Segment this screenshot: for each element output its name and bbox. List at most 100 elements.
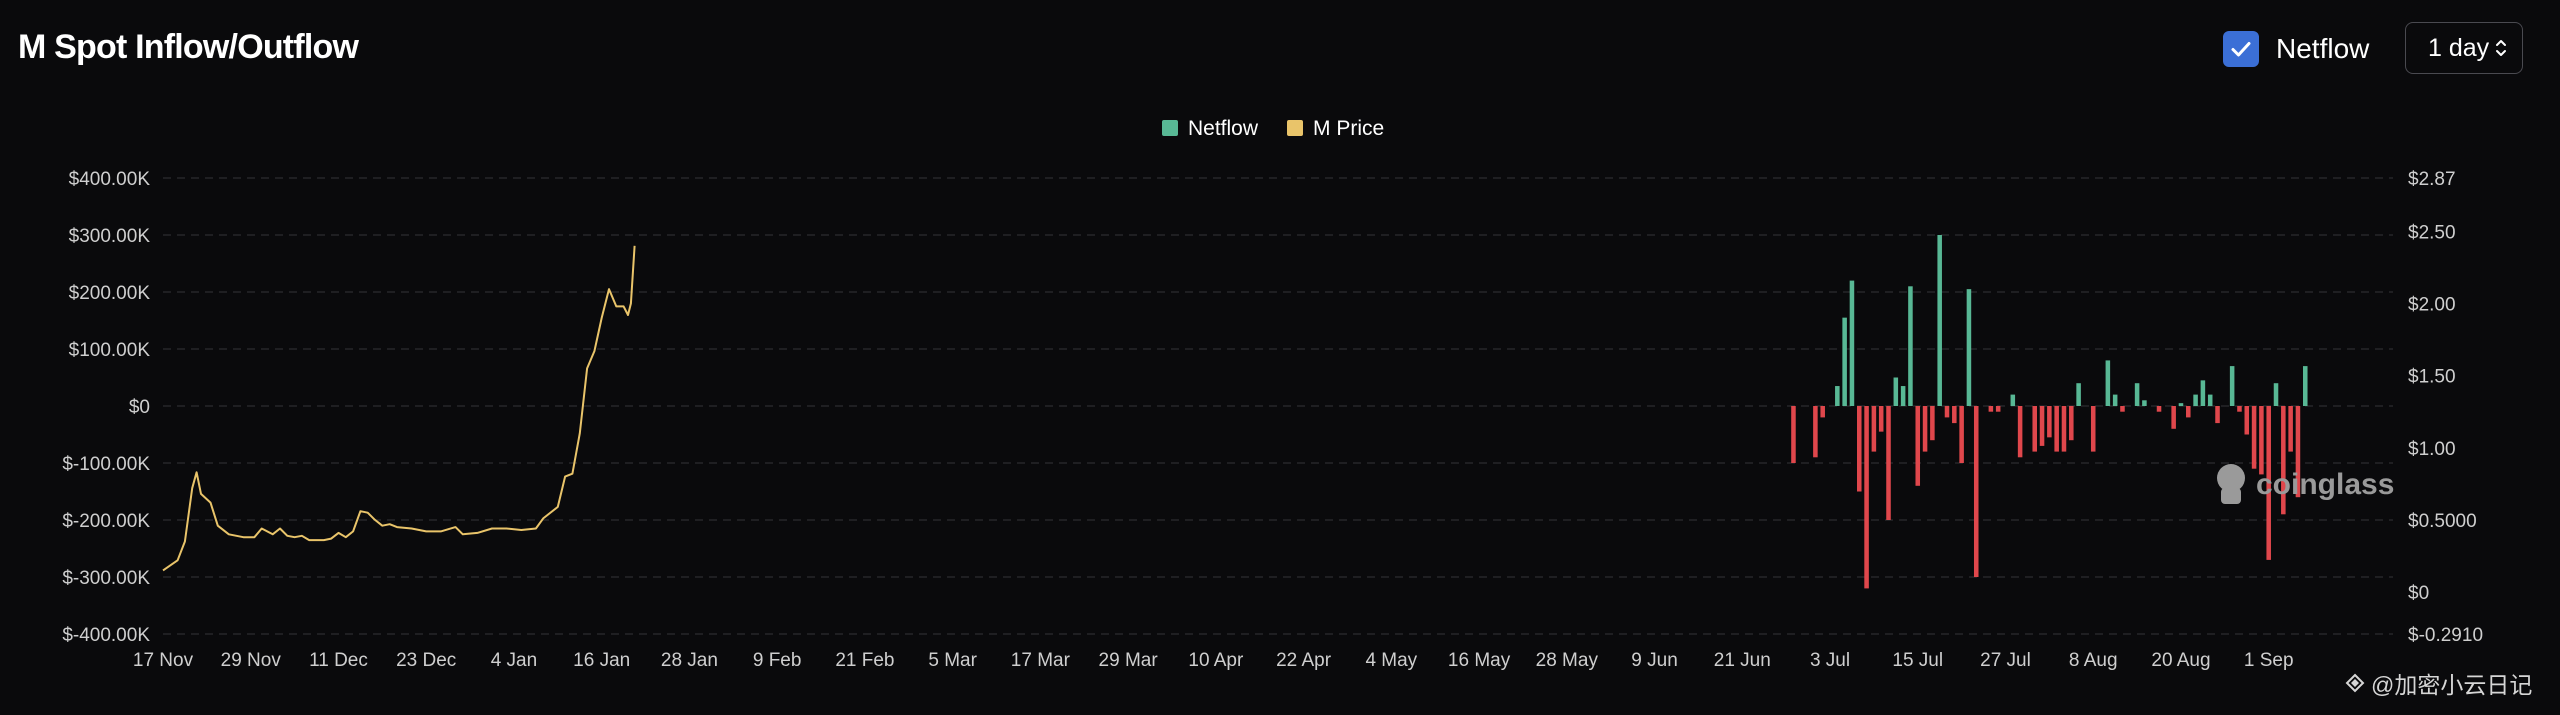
netflow-bar-negative bbox=[2120, 406, 2125, 412]
x-tick-label: 4 May bbox=[1365, 650, 1417, 671]
netflow-bar-positive bbox=[2142, 400, 2147, 406]
netflow-bar-positive bbox=[2134, 383, 2140, 406]
y-tick-label-left: $300.00K bbox=[69, 226, 151, 247]
x-tick-label: 28 Jan bbox=[661, 650, 718, 671]
coinglass-mascot-icon bbox=[2217, 464, 2245, 492]
netflow-bar-negative bbox=[2039, 406, 2045, 446]
netflow-bar-negative bbox=[2061, 406, 2067, 452]
netflow-bar-negative bbox=[1864, 406, 1869, 589]
x-tick-label: 9 Jun bbox=[1631, 650, 1677, 671]
legend-label: M Price bbox=[1313, 117, 1384, 140]
y-tick-label-right: $0 bbox=[2408, 583, 2429, 604]
netflow-bar-positive bbox=[1937, 235, 1942, 406]
x-tick-label: 4 Jan bbox=[491, 650, 537, 671]
x-tick-label: 28 May bbox=[1536, 650, 1599, 671]
netflow-bar-negative bbox=[2186, 406, 2191, 418]
netflow-bar-negative bbox=[1820, 406, 1825, 418]
netflow-bar-positive bbox=[2193, 394, 2198, 406]
y-tick-label-left: $-100.00K bbox=[62, 454, 150, 475]
netflow-bar-negative bbox=[1952, 406, 1957, 424]
netflow-bar-positive bbox=[2207, 394, 2213, 406]
netflow-bar-positive bbox=[2302, 366, 2308, 406]
netflow-bar-negative bbox=[1856, 406, 1862, 492]
netflow-bar-positive bbox=[2200, 380, 2206, 406]
y-tick-label-right: $2.00 bbox=[2408, 295, 2456, 316]
x-tick-label: 1 Sep bbox=[2244, 650, 2294, 671]
netflow-bar-negative bbox=[2069, 406, 2074, 441]
y-tick-label-right: $1.00 bbox=[2408, 439, 2456, 460]
x-tick-label: 8 Aug bbox=[2069, 650, 2118, 671]
netflow-bar-positive bbox=[1893, 377, 1899, 406]
netflow-bar-negative bbox=[2215, 406, 2220, 424]
x-tick-label: 16 Jan bbox=[573, 650, 630, 671]
x-tick-label: 21 Jun bbox=[1714, 650, 1771, 671]
netflow-bar-negative bbox=[2251, 406, 2257, 469]
x-tick-label: 16 May bbox=[1448, 650, 1511, 671]
netflow-bar-negative bbox=[1791, 406, 1796, 463]
x-tick-label: 29 Mar bbox=[1099, 650, 1159, 671]
netflow-bar-positive bbox=[2273, 383, 2279, 406]
y-tick-label-left: $-200.00K bbox=[62, 511, 150, 532]
netflow-bar-negative bbox=[2090, 406, 2096, 452]
netflow-bar-negative bbox=[1871, 406, 1877, 452]
diamond-logo-icon bbox=[2345, 673, 2365, 693]
y-tick-label-left: $200.00K bbox=[69, 283, 151, 304]
coinglass-mascot-body bbox=[2221, 488, 2241, 504]
netflow-bar-positive bbox=[1835, 386, 1840, 406]
netflow-bar-positive bbox=[2112, 394, 2118, 406]
source-watermark: @加密小云日记 bbox=[2345, 666, 2532, 700]
x-tick-label: 3 Jul bbox=[1810, 650, 1850, 671]
netflow-bar-negative bbox=[1886, 406, 1891, 520]
netflow-bar-negative bbox=[2156, 406, 2162, 412]
netflow-bar-positive bbox=[2076, 383, 2081, 406]
x-tick-label: 17 Mar bbox=[1011, 650, 1071, 671]
price-line bbox=[162, 245, 636, 572]
x-tick-label: 22 Apr bbox=[1276, 650, 1332, 671]
netflow-bar-negative bbox=[2259, 406, 2264, 475]
netflow-bar-positive bbox=[2229, 366, 2235, 406]
source-watermark-text: @加密小云日记 bbox=[2371, 672, 2533, 698]
netflow-bar-negative bbox=[2054, 406, 2059, 452]
x-tick-label: 23 Dec bbox=[396, 650, 456, 671]
x-tick-label: 17 Nov bbox=[133, 650, 194, 671]
y-tick-label-right: $1.50 bbox=[2408, 367, 2456, 388]
x-tick-label: 15 Jul bbox=[1892, 650, 1943, 671]
y-tick-label-left: $0 bbox=[129, 397, 150, 418]
netflow-bar-negative bbox=[2237, 406, 2242, 412]
netflow-bar-negative bbox=[2032, 406, 2038, 452]
coinglass-logo: coinglass bbox=[2217, 464, 2394, 504]
x-tick-label: 11 Dec bbox=[309, 650, 368, 671]
netflow-bar-negative bbox=[2171, 406, 2176, 429]
x-tick-label: 5 Mar bbox=[928, 650, 977, 671]
y-tick-label-left: $400.00K bbox=[69, 169, 151, 190]
netflow-bar-negative bbox=[1930, 406, 1935, 441]
netflow-bar-negative bbox=[1813, 406, 1818, 458]
netflow-bar-positive bbox=[1849, 280, 1855, 406]
netflow-bar-negative bbox=[1959, 406, 1964, 463]
netflow-bar-positive bbox=[1966, 289, 1972, 406]
y-tick-label-right: $2.50 bbox=[2408, 222, 2456, 243]
netflow-bar-negative bbox=[1944, 406, 1950, 418]
legend-swatch bbox=[1162, 120, 1178, 136]
netflow-bar-negative bbox=[1922, 406, 1928, 452]
netflow-bar-positive bbox=[1842, 317, 1847, 406]
netflow-bar-positive bbox=[1908, 286, 1913, 406]
x-tick-label: 9 Feb bbox=[753, 650, 802, 671]
y-tick-label-right: $-0.2910 bbox=[2408, 625, 2483, 646]
x-tick-label: 27 Jul bbox=[1980, 650, 2031, 671]
netflow-bar-negative bbox=[1915, 406, 1921, 486]
x-tick-label: 21 Feb bbox=[835, 650, 894, 671]
netflow-bar-negative bbox=[2244, 406, 2250, 435]
y-tick-label-left: $-400.00K bbox=[62, 625, 150, 646]
netflow-bar-positive bbox=[1900, 386, 1906, 406]
y-tick-label-left: $-300.00K bbox=[62, 568, 150, 589]
netflow-chart: Netflow M Price $400.00K $300.00K $200.00K $… bbox=[62, 117, 2483, 671]
x-tick-label: 20 Aug bbox=[2151, 650, 2210, 671]
netflow-bar-negative bbox=[2047, 406, 2052, 438]
legend-label: Netflow bbox=[1188, 117, 1259, 140]
netflow-bar-negative bbox=[1988, 406, 1994, 412]
coinglass-logo-text: coinglass bbox=[2256, 468, 2394, 501]
netflow-bar-negative bbox=[2017, 406, 2023, 458]
netflow-bar-positive bbox=[2105, 360, 2111, 406]
netflow-bar-negative bbox=[2288, 406, 2293, 452]
